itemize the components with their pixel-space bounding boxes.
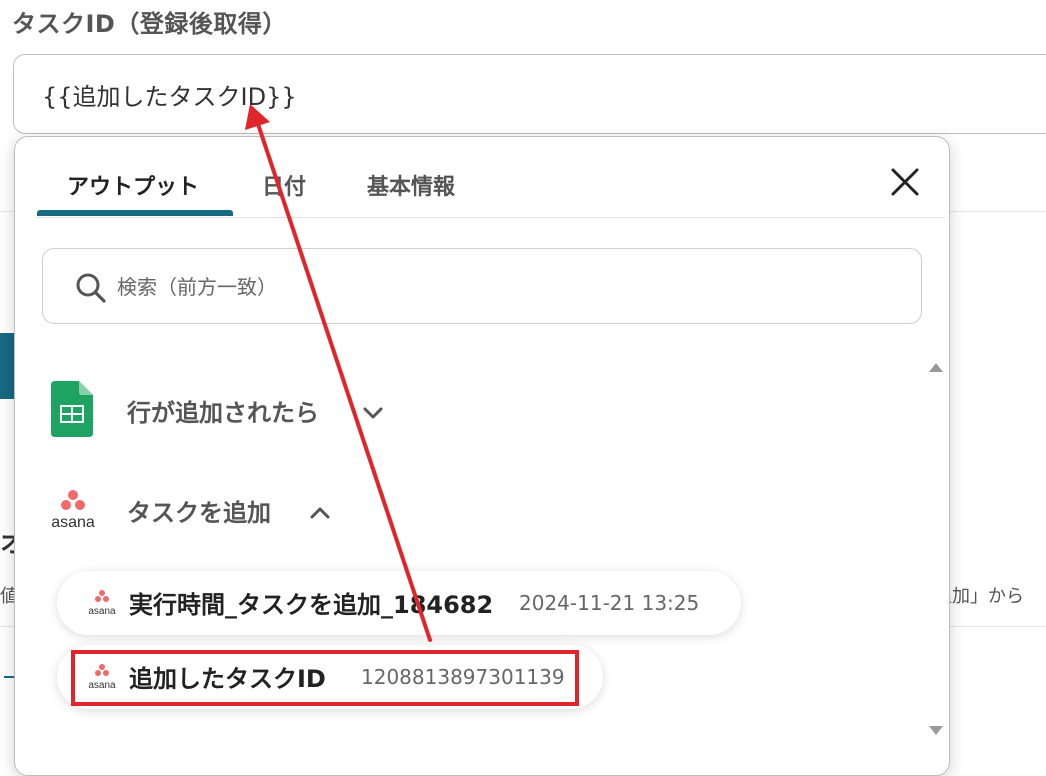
google-sheets-icon	[51, 381, 93, 437]
output-item-value: 2024-11-21 13:25	[519, 591, 700, 615]
background-text-fragment: 値	[0, 586, 14, 607]
output-item-added-task-id[interactable]: asana 追加したタスクID 1208813897301139	[57, 645, 603, 709]
section-title-row-added[interactable]: 行が追加されたら	[127, 393, 319, 428]
output-picker-popup: アウトプット 日付 基本情報 行が追加されたら asana	[14, 136, 950, 776]
asana-small-icon: asana	[88, 590, 116, 617]
search-input[interactable]	[115, 263, 879, 311]
asana-small-wordmark: asana	[88, 680, 116, 691]
output-item-value: 1208813897301139	[361, 665, 565, 689]
output-item-name: 実行時間_タスクを追加_184682	[129, 591, 494, 619]
asana-dots-icon: asana	[51, 490, 95, 531]
asana-small-icon: asana	[88, 664, 116, 691]
scroll-up-arrow[interactable]	[929, 363, 943, 372]
active-tab-indicator	[37, 210, 233, 216]
tab-output[interactable]: アウトプット	[67, 169, 199, 201]
tab-date[interactable]: 日付	[262, 169, 306, 201]
scroll-down-arrow[interactable]	[929, 726, 943, 735]
chevron-up-icon[interactable]	[308, 501, 332, 525]
task-id-value: {{追加したタスクID}}	[42, 83, 297, 111]
background-accent-bar	[0, 333, 14, 399]
asana-logo: asana	[41, 487, 105, 531]
tab-basic-info[interactable]: 基本情報	[367, 169, 455, 201]
asana-wordmark: asana	[51, 514, 95, 531]
background-accent-dash	[4, 676, 14, 678]
section-title-task-added[interactable]: タスクを追加	[127, 493, 271, 528]
search-icon	[76, 273, 106, 303]
chevron-down-icon[interactable]	[361, 401, 385, 425]
output-item-name: 追加したタスクID	[129, 665, 326, 693]
background-heading-fragment: オ	[0, 529, 14, 559]
asana-small-wordmark: asana	[88, 606, 116, 617]
search-box	[42, 248, 922, 324]
task-id-input[interactable]: {{追加したタスクID}}	[13, 54, 1046, 134]
field-label: タスクID（登録後取得）	[12, 10, 287, 38]
tab-divider	[35, 217, 945, 218]
output-item-execution-time[interactable]: asana 実行時間_タスクを追加_184682 2024-11-21 13:2…	[57, 571, 741, 635]
close-icon[interactable]	[888, 165, 922, 199]
